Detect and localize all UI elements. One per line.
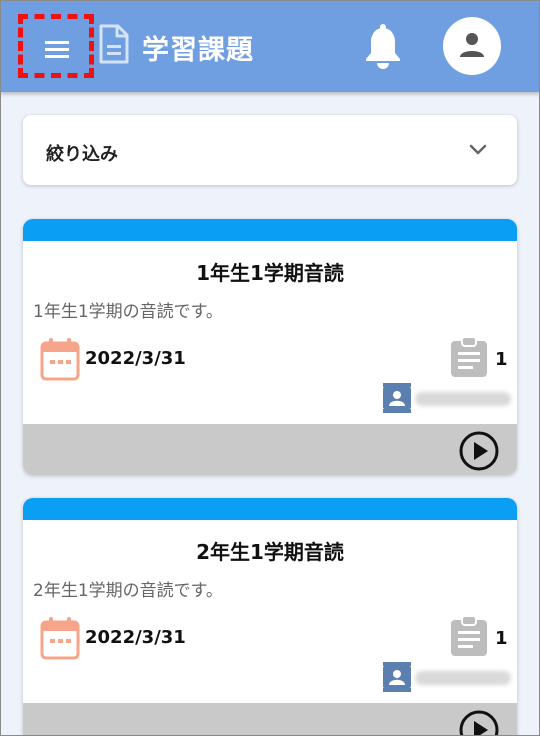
play-icon[interactable] xyxy=(458,709,500,736)
clipboard-icon xyxy=(451,337,487,377)
author-name-redacted xyxy=(415,671,511,685)
calendar-icon xyxy=(40,617,80,660)
card-description: 2年生1学期の音読です。 xyxy=(33,581,223,601)
card-description: 1年生1学期の音読です。 xyxy=(33,302,223,322)
contact-badge-icon xyxy=(383,383,411,413)
card-accent-bar xyxy=(23,498,517,520)
card-footer xyxy=(23,424,517,475)
person-icon xyxy=(460,33,484,57)
card-submission-count: 1 xyxy=(495,628,508,649)
assignment-card[interactable]: 1年生1学期音読 1年生1学期の音読です。 2022/3/31 1 xyxy=(23,219,517,475)
card-due-date: 2022/3/31 xyxy=(85,627,186,648)
user-avatar-button[interactable] xyxy=(443,17,501,75)
card-due-date: 2022/3/31 xyxy=(85,348,186,369)
calendar-icon xyxy=(40,338,80,381)
bell-icon[interactable] xyxy=(363,24,403,70)
hamburger-menu-icon xyxy=(45,41,69,59)
document-icon xyxy=(99,24,129,64)
card-footer xyxy=(23,703,517,736)
clipboard-icon xyxy=(451,616,487,656)
menu-button[interactable] xyxy=(18,14,94,78)
card-submission-count: 1 xyxy=(495,349,508,370)
assignment-card[interactable]: 2年生1学期音読 2年生1学期の音読です。 2022/3/31 1 xyxy=(23,498,517,736)
card-title: 2年生1学期音読 xyxy=(196,540,344,564)
author-name-redacted xyxy=(415,392,511,406)
play-icon[interactable] xyxy=(458,430,500,472)
chevron-down-icon[interactable] xyxy=(469,143,487,157)
contact-badge-icon xyxy=(383,662,411,692)
filter-label: 絞り込み xyxy=(46,144,118,165)
card-title: 1年生1学期音読 xyxy=(196,261,344,285)
card-accent-bar xyxy=(23,219,517,241)
filter-panel[interactable]: 絞り込み xyxy=(23,115,517,185)
page-title: 学習課題 xyxy=(142,35,254,66)
app-header: 学習課題 xyxy=(0,0,540,92)
